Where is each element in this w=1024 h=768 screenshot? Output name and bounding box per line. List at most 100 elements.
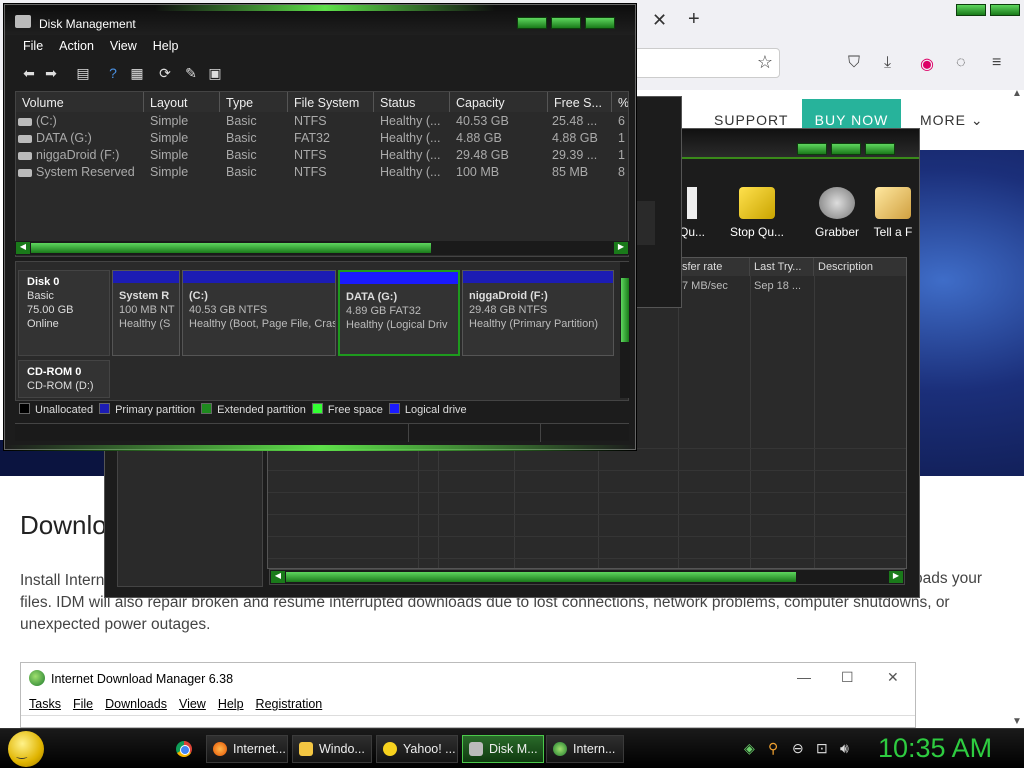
minus-tray-icon[interactable]: ⊖ [792, 740, 804, 757]
col-layout[interactable]: Layout [144, 92, 220, 112]
col-description[interactable]: Description [814, 258, 906, 276]
close-button[interactable] [585, 17, 615, 29]
idm-horizontal-scrollbar[interactable]: ◀ ▶ [269, 569, 905, 585]
rescan-icon[interactable]: ✎ [181, 65, 201, 83]
scroll-left-icon[interactable]: ◀ [16, 242, 30, 254]
disk-type: Basic [27, 290, 54, 302]
menu-help[interactable]: Help [218, 697, 244, 711]
menu-view[interactable]: View [179, 697, 206, 711]
disk-name: Disk 0 [27, 276, 60, 288]
menu-icon[interactable]: ≡ [992, 54, 1001, 72]
disk-graphical-view: Disk 0 Basic 75.00 GB Online System R 100… [15, 261, 630, 401]
disk-0-label[interactable]: Disk 0 Basic 75.00 GB Online [18, 270, 110, 356]
taskbar-yahoo[interactable]: Yahoo! ... [376, 735, 458, 763]
col-percent[interactable]: % [612, 92, 628, 112]
dm-window-controls[interactable] [517, 17, 615, 29]
partition-data-g[interactable]: DATA (G:) 4.89 GB FAT32 Healthy (Logical D… [338, 270, 460, 356]
scrollbar-thumb[interactable] [621, 278, 629, 342]
nav-support[interactable]: SUPPORT [714, 112, 788, 128]
maximize-icon[interactable]: ☐ [841, 669, 854, 686]
scroll-right-icon[interactable]: ▶ [614, 242, 628, 254]
bookmark-star-icon[interactable]: ☆ [757, 52, 773, 73]
scroll-right-icon[interactable]: ▶ [889, 571, 903, 583]
close-icon[interactable]: ✕ [887, 669, 899, 686]
col-free-space[interactable]: Free S... [548, 92, 612, 112]
idm-dark-window-controls[interactable] [797, 143, 895, 155]
partition-c[interactable]: (C:) 40.53 GB NTFS Healthy (Boot, Page Fil… [182, 270, 336, 356]
menu-help[interactable]: Help [145, 39, 187, 59]
refresh-icon[interactable]: ⟳ [155, 65, 175, 83]
menu-file[interactable]: File [15, 39, 51, 59]
close-button[interactable] [865, 143, 895, 155]
maximize-button[interactable] [990, 4, 1020, 16]
taskbar-windows[interactable]: Windo... [292, 735, 372, 763]
taskbar-idm[interactable]: Intern... [546, 735, 624, 763]
back-arrow-icon[interactable]: ⬅ [19, 65, 39, 83]
menu-registration[interactable]: Registration [256, 697, 323, 711]
menu-file[interactable]: File [73, 697, 93, 711]
forward-arrow-icon[interactable]: ➡ [41, 65, 61, 83]
menu-tasks[interactable]: Tasks [29, 697, 61, 711]
cell-status: Healthy (... [380, 114, 441, 128]
scrollbar-thumb[interactable] [31, 243, 431, 253]
col-file-system[interactable]: File System [288, 92, 374, 112]
partition-niggadroid-f[interactable]: niggaDroid (F:) 29.48 GB NTFS Healthy (Pri… [462, 270, 614, 356]
cell-volume: DATA (G:) [18, 131, 144, 145]
col-type[interactable]: Type [220, 92, 288, 112]
col-transfer-rate[interactable]: sfer rate [678, 258, 750, 276]
tool-stop-queue[interactable]: Stop Qu... [727, 187, 787, 239]
browser-window-controls[interactable] [956, 4, 1020, 16]
new-tab-icon[interactable]: + [688, 8, 700, 31]
col-status[interactable]: Status [374, 92, 450, 112]
scroll-up-icon[interactable]: ▲ [1012, 88, 1022, 99]
minimize-button[interactable] [797, 143, 827, 155]
minimize-button[interactable] [517, 17, 547, 29]
idm-tray-icon[interactable]: ◈ [744, 740, 755, 757]
search-tray-icon[interactable]: ⚲ [768, 740, 778, 757]
scrollbar-thumb[interactable] [286, 572, 796, 582]
cell-layout: Simple [150, 148, 189, 162]
cdrom-0-label[interactable]: CD-ROM 0 CD-ROM (D:) [18, 360, 110, 398]
scroll-down-icon[interactable]: ▼ [1012, 716, 1022, 727]
col-last-try[interactable]: Last Try... [750, 258, 814, 276]
pocket-icon[interactable]: ⛉ [848, 54, 860, 72]
properties-icon[interactable]: ▦ [127, 65, 147, 83]
col-capacity[interactable]: Capacity [450, 92, 548, 112]
scroll-left-icon[interactable]: ◀ [271, 571, 285, 583]
taskbar-clock[interactable]: 10:35 AM [878, 733, 992, 764]
volume-tray-icon[interactable]: 🔊︎ [840, 740, 849, 757]
address-bar[interactable]: ☆ [634, 48, 780, 78]
col-volume[interactable]: Volume [16, 92, 144, 112]
menu-view[interactable]: View [102, 39, 145, 59]
maximize-button[interactable] [831, 143, 861, 155]
minimize-button[interactable] [956, 4, 986, 16]
sync-icon[interactable]: ◌ [956, 54, 966, 72]
legend-swatch [201, 403, 213, 414]
taskbar-firefox[interactable]: Internet... [206, 735, 288, 763]
graph-vertical-scrollbar[interactable] [620, 262, 630, 398]
minimize-icon[interactable]: — [797, 669, 811, 685]
chrome-icon[interactable] [176, 741, 192, 757]
menu-downloads[interactable]: Downloads [105, 697, 167, 711]
tool-grabber[interactable]: Grabber [807, 187, 867, 239]
maximize-button[interactable] [551, 17, 581, 29]
partition-system-reserved[interactable]: System R 100 MB NT Healthy (S [112, 270, 180, 356]
tab-close-icon[interactable]: ✕ [652, 10, 667, 31]
taskbar-disk-management[interactable]: Disk M... [462, 735, 544, 763]
network-tray-icon[interactable]: ⊡ [816, 740, 828, 757]
help-icon[interactable]: ? [103, 65, 123, 83]
console-tree-icon[interactable]: ▤ [73, 65, 93, 83]
start-button[interactable]: ‿ [8, 731, 44, 767]
volume-list[interactable]: Volume Layout Type File System Status Ca… [15, 91, 629, 257]
idm-categories-panel[interactable] [117, 449, 263, 587]
window-bottom-glow [5, 445, 637, 451]
extension-icon[interactable]: ◉ [920, 54, 934, 74]
tool-tell-a-friend[interactable]: Tell a F [871, 187, 915, 239]
settings-icon[interactable]: ▣ [205, 65, 225, 83]
cell-free-space: 25.48 ... [552, 114, 598, 128]
idm-menubar: Tasks File Downloads View Help Registrat… [29, 697, 322, 711]
download-icon[interactable]: ⤓ [884, 54, 891, 72]
volume-list-scrollbar[interactable]: ◀ ▶ [15, 241, 629, 255]
menu-action[interactable]: Action [51, 39, 102, 59]
nav-more[interactable]: MORE ⌄ [920, 112, 984, 129]
